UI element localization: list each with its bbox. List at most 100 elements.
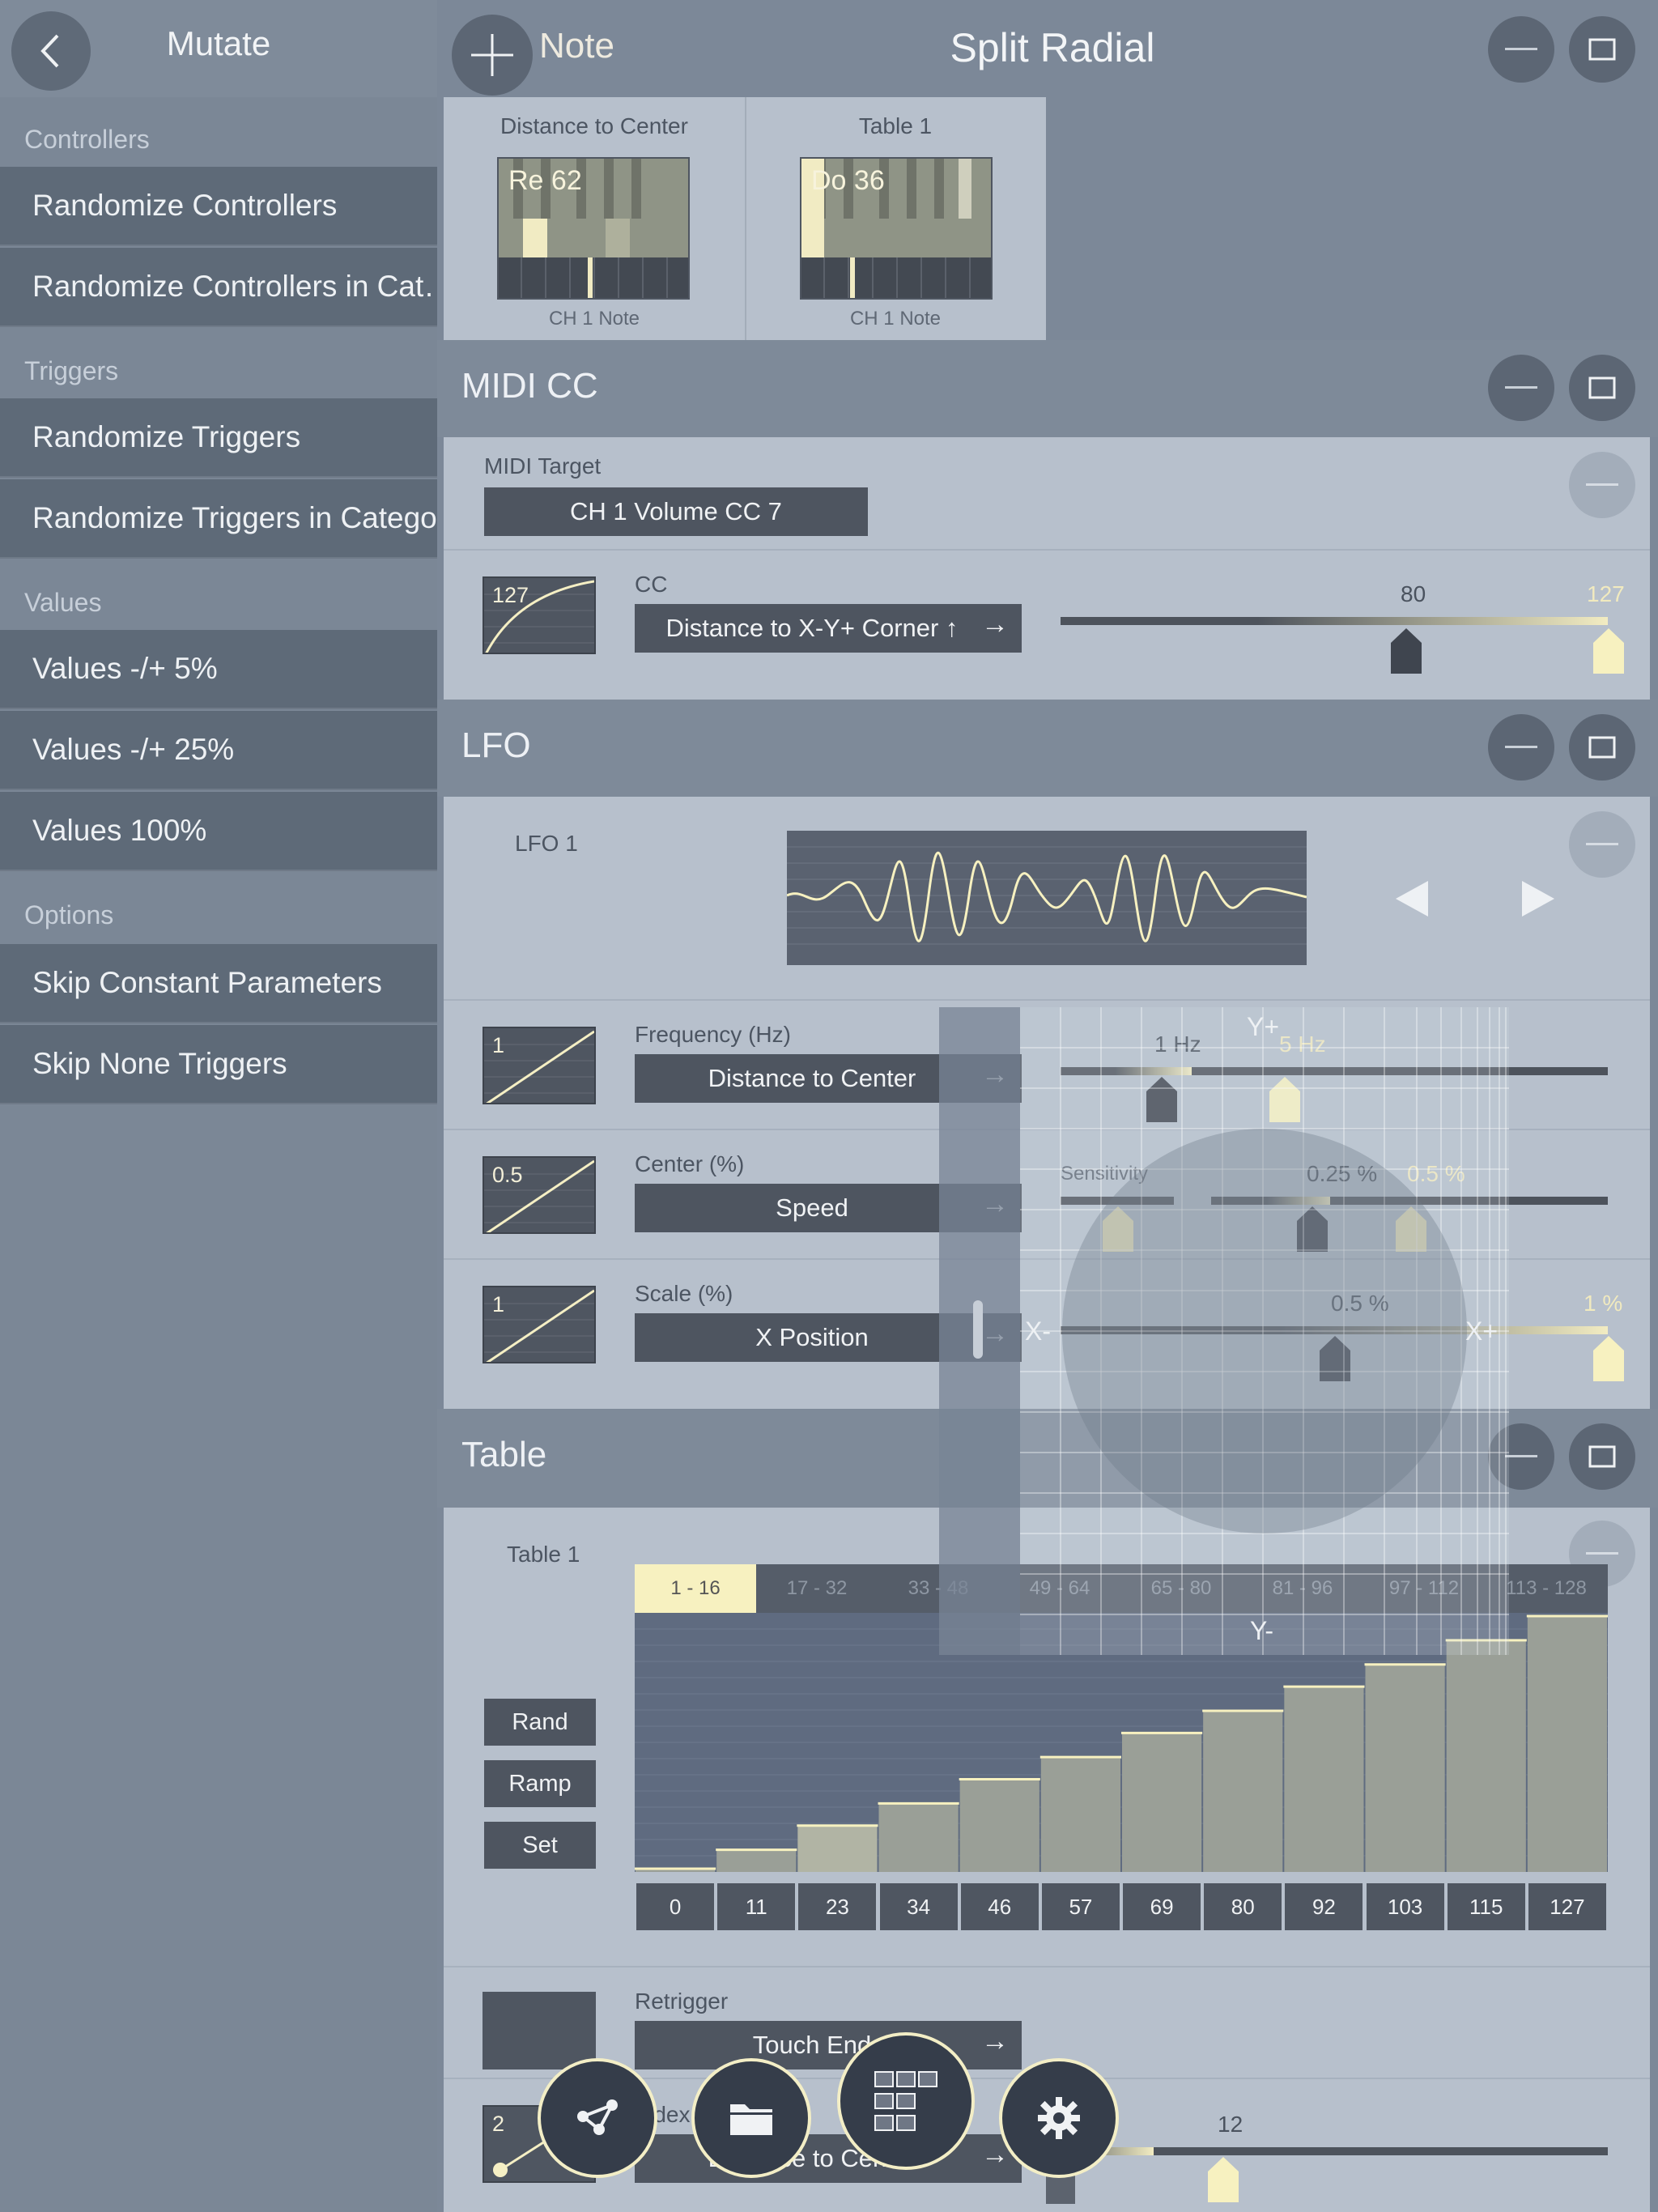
category-triggers: Triggers: [24, 356, 119, 385]
cc-curve-box[interactable]: 127: [483, 576, 596, 654]
minus-icon: [1505, 48, 1537, 50]
table-value-cell[interactable]: 80: [1204, 1883, 1282, 1930]
note-card-title: Table 1: [858, 113, 933, 138]
skip-constant-parameters-item[interactable]: Skip Constant Parameters: [0, 944, 437, 1023]
table-bar[interactable]: [1365, 1664, 1445, 1872]
set-button[interactable]: Set: [484, 1822, 596, 1869]
table-value-cell[interactable]: 23: [798, 1883, 877, 1930]
values-25-item[interactable]: Values -/+ 25%: [0, 711, 437, 790]
settings-button[interactable]: [999, 2058, 1119, 2178]
table-value-cell[interactable]: 115: [1447, 1883, 1525, 1930]
lfo-name: LFO 1: [515, 831, 578, 856]
table-value-cell[interactable]: 127: [1528, 1883, 1606, 1930]
table-bar[interactable]: [878, 1803, 959, 1872]
midi-target-button[interactable]: CH 1 Volume CC 7: [484, 487, 868, 536]
values-100-item[interactable]: Values 100%: [0, 792, 437, 871]
xy-pad-x-minus-label: X-: [1025, 1317, 1051, 1346]
table-values-row: 0 11 23 34 46 57 69 80 92 103 115 127: [635, 1883, 1608, 1930]
previous-waveform-icon[interactable]: [1396, 881, 1428, 917]
rand-button[interactable]: Rand: [484, 1699, 596, 1746]
lfo-waveform-display[interactable]: [786, 831, 1307, 965]
minus-icon: [1505, 746, 1537, 748]
table-value-cell[interactable]: 57: [1041, 1883, 1120, 1930]
table-value-cell[interactable]: 34: [879, 1883, 958, 1930]
frequency-curve-box[interactable]: 1: [483, 1027, 596, 1104]
table-bar[interactable]: [1446, 1640, 1526, 1872]
plus-icon: [471, 34, 513, 76]
table-value-cell[interactable]: 0: [636, 1883, 715, 1930]
minus-icon: [1586, 1552, 1618, 1555]
table-title: Table: [461, 1435, 547, 1474]
table-expand-button[interactable]: [1569, 1423, 1635, 1490]
table-bar[interactable]: [1040, 1757, 1120, 1872]
table-bar[interactable]: [797, 1825, 878, 1872]
midi-target-remove-button[interactable]: [1569, 452, 1635, 518]
center-curve-box[interactable]: 0.5: [483, 1156, 596, 1234]
lfo-remove-button[interactable]: [1569, 811, 1635, 878]
note-channel-label: CH 1 Note: [849, 308, 942, 330]
retrigger-button[interactable]: Touch End: [635, 2021, 1022, 2069]
cc-max-handle[interactable]: [1593, 628, 1624, 674]
table-bar[interactable]: [1284, 1687, 1364, 1872]
skip-none-triggers-item[interactable]: Skip None Triggers: [0, 1025, 437, 1104]
curve-value: 2: [492, 2112, 505, 2136]
table-bar[interactable]: [1203, 1710, 1283, 1872]
randomize-triggers-item[interactable]: Randomize Triggers: [0, 398, 437, 478]
curve-value: 1: [492, 1033, 505, 1057]
xy-pad-overlay[interactable]: [1020, 1007, 1509, 1655]
table-bar[interactable]: [959, 1779, 1039, 1872]
index-handle[interactable]: [1208, 2157, 1239, 2202]
arrow-right-icon: →: [981, 609, 1009, 640]
randomize-triggers-in-category-item[interactable]: Randomize Triggers in Category: [0, 479, 437, 559]
add-button[interactable]: [452, 15, 533, 96]
table-value-cell[interactable]: 92: [1285, 1883, 1363, 1930]
note-expand-button[interactable]: [1569, 16, 1635, 83]
range-tab[interactable]: 17 - 32: [756, 1564, 878, 1613]
xy-pad-drag-handle[interactable]: [973, 1300, 983, 1359]
folder-icon: [730, 2104, 772, 2135]
graph-view-button[interactable]: [538, 2058, 657, 2178]
randomize-controllers-item[interactable]: Randomize Controllers: [0, 167, 437, 246]
scale-max-handle[interactable]: [1593, 1336, 1624, 1381]
range-tab[interactable]: 1 - 16: [635, 1564, 756, 1613]
ramp-button[interactable]: Ramp: [484, 1760, 596, 1807]
keyboard-display[interactable]: Re 62: [497, 157, 690, 300]
midi-cc-collapse-button[interactable]: [1488, 355, 1554, 421]
note-channel-label: CH 1 Note: [548, 308, 640, 330]
values-5-item[interactable]: Values -/+ 5%: [0, 630, 437, 709]
center-label: Center (%): [635, 1151, 745, 1176]
index-value: 12: [1218, 2112, 1244, 2137]
table-name: Table 1: [507, 1542, 580, 1567]
table-value-cell[interactable]: 69: [1123, 1883, 1201, 1930]
waveform-graphic: [786, 846, 1307, 945]
next-waveform-icon[interactable]: [1522, 881, 1554, 917]
table-bar[interactable]: [716, 1849, 797, 1872]
keyboard-display[interactable]: Do 36: [800, 157, 993, 300]
table-bar[interactable]: [1527, 1616, 1607, 1872]
retrigger-curve-box[interactable]: [483, 1992, 596, 2069]
index-slider[interactable]: [1061, 2147, 1608, 2155]
arrow-right-icon: →: [981, 2026, 1009, 2057]
back-button[interactable]: [11, 11, 91, 91]
xy-pad-y-minus-label: Y-: [1250, 1616, 1274, 1645]
scale-label: Scale (%): [635, 1281, 733, 1306]
cc-max-value: 127: [1587, 581, 1625, 606]
note-collapse-button[interactable]: [1488, 16, 1554, 83]
files-button[interactable]: [691, 2058, 811, 2178]
index-source-button[interactable]: Distance to Center: [635, 2134, 1022, 2183]
page-title: Split Radial: [950, 25, 1155, 70]
table-value-cell[interactable]: 103: [1366, 1883, 1444, 1930]
table-value-cell[interactable]: 46: [960, 1883, 1039, 1930]
table-bar[interactable]: [1122, 1733, 1202, 1872]
cc-min-handle[interactable]: [1391, 628, 1422, 674]
cc-source-button[interactable]: Distance to X-Y+ Corner ↑: [635, 604, 1022, 653]
cc-range-slider[interactable]: [1061, 617, 1608, 625]
midi-cc-expand-button[interactable]: [1569, 355, 1635, 421]
minus-icon: [1505, 386, 1537, 389]
lfo-expand-button[interactable]: [1569, 714, 1635, 781]
scale-curve-box[interactable]: 1: [483, 1286, 596, 1363]
randomize-controllers-in-category-item[interactable]: Randomize Controllers in Cat…: [0, 248, 437, 327]
lfo-collapse-button[interactable]: [1488, 714, 1554, 781]
modules-button[interactable]: [837, 2032, 975, 2170]
table-value-cell[interactable]: 11: [717, 1883, 796, 1930]
